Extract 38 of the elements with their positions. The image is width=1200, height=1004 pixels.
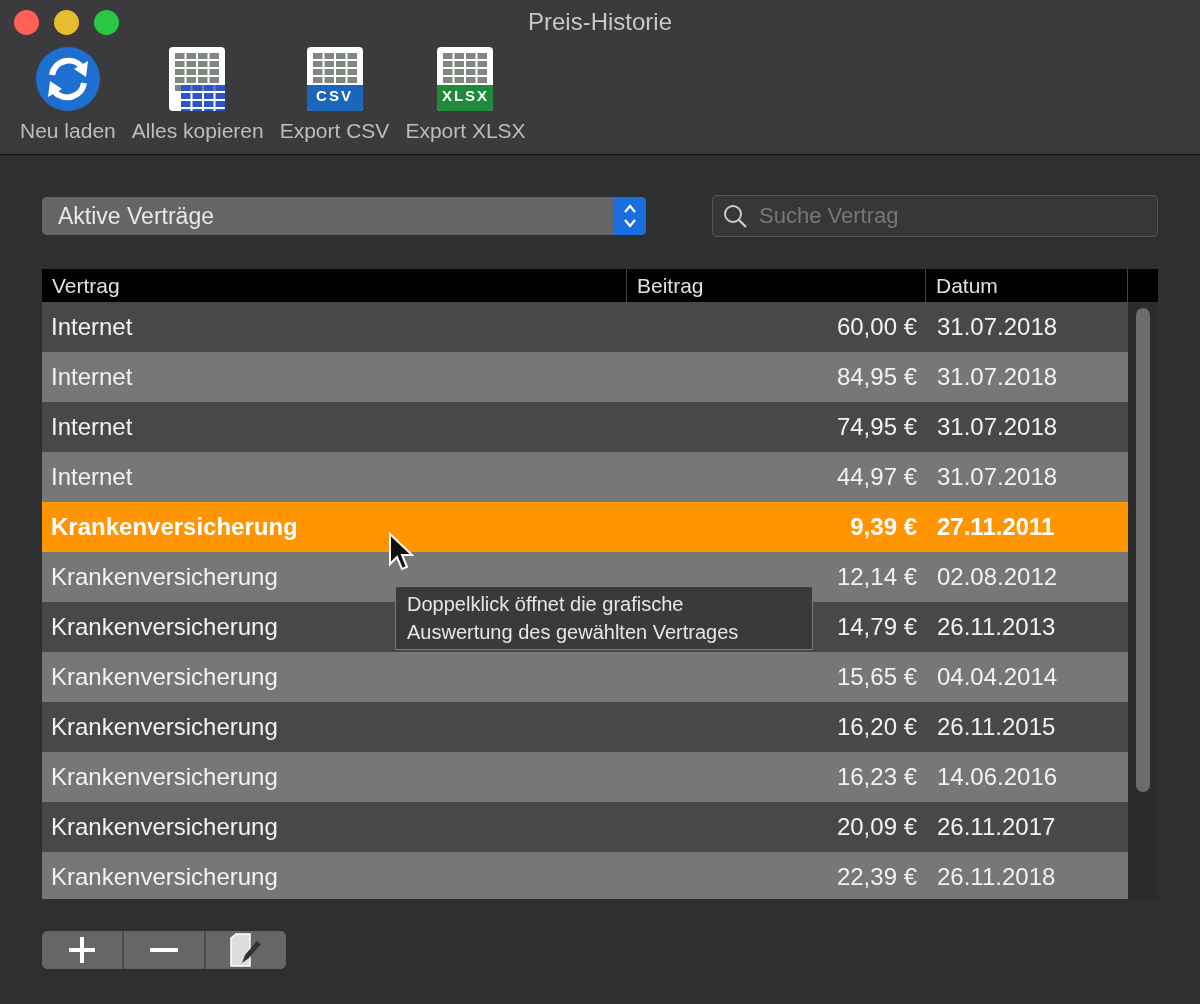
table-cell: Internet [51,363,133,390]
table-cell: 74,95 € [836,413,917,440]
table-cell: Krankenversicherung [51,863,278,890]
table-cell: 04.04.2014 [937,663,1058,690]
table-cell: 12,14 € [836,563,917,590]
table-cell: 31.07.2018 [937,413,1058,440]
table-cell: Krankenversicherung [51,713,278,740]
table-cell: Krankenversicherung [51,813,278,840]
table-cell: 9,39 € [850,513,917,540]
table-cell: Krankenversicherung [51,763,278,790]
table-cell: Krankenversicherung [51,663,278,690]
table-cell: 26.11.2013 [937,613,1056,640]
table-cell: 26.11.2015 [937,713,1056,740]
table-cell: 31.07.2018 [937,313,1058,340]
table-cell: 02.08.2012 [937,563,1058,590]
table-cell: 14,79 € [836,613,917,640]
table-cell: 44,97 € [836,463,917,490]
table-cell: Krankenversicherung [51,563,278,590]
table-cell: 20,09 € [836,813,917,840]
table-cell: Krankenversicherung [51,613,278,640]
table-cell: 15,65 € [836,663,917,690]
table-cell: 26.11.2018 [937,863,1056,890]
table-cell: 31.07.2018 [937,463,1058,490]
table-cell: 84,95 € [836,363,917,390]
tooltip: Doppelklick öffnet die grafische Auswertung des gewählten Vertrages [395,586,813,650]
table-cell: 60,00 € [836,313,917,340]
table-cell: 16,20 € [836,713,917,740]
table-cell: 14.06.2016 [937,763,1058,790]
table-cell: 26.11.2017 [937,813,1056,840]
window-title: Preis-Historie [528,7,672,37]
table-cell: Internet [51,413,133,440]
table-cell: Internet [51,313,133,340]
table-cell: 31.07.2018 [937,363,1058,390]
table-cell: 16,23 € [836,763,917,790]
table-cell: Internet [51,463,133,490]
table-cell: 22,39 € [836,863,917,890]
table-cell: Krankenversicherung [51,513,298,540]
table-cell: 27.11.2011 [937,513,1055,540]
